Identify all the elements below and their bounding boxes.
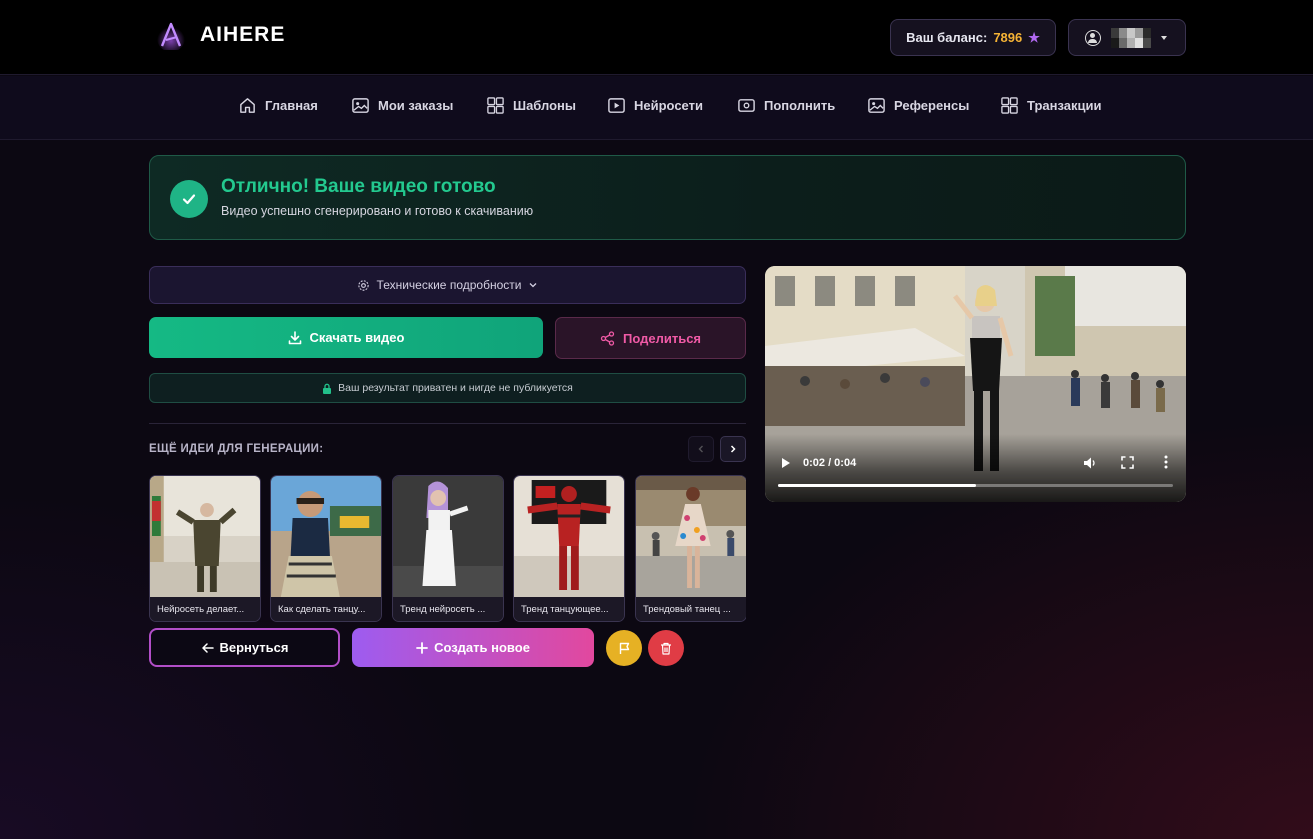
share-button[interactable]: Поделиться: [555, 317, 746, 359]
logo-icon: [156, 20, 186, 52]
video-progress-bar[interactable]: [778, 484, 1173, 487]
idea-card[interactable]: Как сделать танцу...: [270, 475, 382, 622]
carousel-prev-button[interactable]: [688, 436, 714, 462]
lock-icon: [323, 383, 332, 394]
chevron-right-icon: [730, 445, 736, 453]
idea-caption: Трендовый танец ...: [636, 597, 746, 621]
success-title: Отлично! Ваше видео готово: [221, 176, 496, 197]
trash-icon: [661, 642, 671, 655]
download-icon: [288, 330, 301, 344]
private-note-text: Ваш результат приватен и нигде не публик…: [338, 382, 573, 394]
grid-icon: [487, 97, 504, 114]
nav-item-references[interactable]: Референсы: [867, 96, 969, 115]
nav-item-neural[interactable]: Нейросети: [607, 96, 703, 115]
idea-card[interactable]: Тренд нейросеть ...: [392, 475, 504, 622]
balance-value: 7896: [993, 30, 1023, 45]
video-progress-fill: [778, 484, 976, 487]
idea-thumbnail: [271, 476, 381, 597]
flag-icon: [619, 642, 629, 654]
home-icon: [240, 98, 255, 113]
idea-card[interactable]: Трендовый танец ...: [635, 475, 746, 622]
idea-caption: Как сделать танцу...: [271, 597, 381, 621]
video-controls: 0:02 / 0:04: [765, 434, 1186, 502]
nav-label: Транзакции: [1027, 98, 1102, 113]
idea-caption: Нейросеть делает...: [150, 597, 260, 621]
image-icon: [868, 98, 885, 113]
balance-label: Ваш баланс:: [906, 30, 988, 45]
share-icon: [600, 330, 615, 346]
success-subtitle: Видео успешно сгенерировано и готово к с…: [221, 204, 534, 218]
logo[interactable]: AIHERE: [156, 20, 286, 52]
idea-caption: Тренд нейросеть ...: [393, 597, 503, 621]
delete-button[interactable]: [648, 630, 684, 666]
nav-label: Мои заказы: [378, 98, 454, 113]
user-menu-button[interactable]: [1068, 19, 1186, 56]
divider: [149, 423, 746, 424]
idea-thumbnail: [393, 476, 503, 597]
carousel-next-button[interactable]: [720, 436, 746, 462]
video-time: 0:02 / 0:04: [803, 457, 857, 469]
user-circle-icon: [1085, 29, 1101, 46]
idea-thumbnail: [150, 476, 260, 597]
ideas-carousel: Нейросеть делает... Как сделать танцу...…: [149, 475, 746, 623]
nav-label: Шаблоны: [513, 98, 576, 113]
nav-item-templates[interactable]: Шаблоны: [486, 96, 576, 115]
logo-text: AIHERE: [200, 23, 286, 46]
download-label: Скачать видео: [309, 330, 405, 345]
report-button[interactable]: [606, 630, 642, 666]
back-label: Вернуться: [219, 640, 289, 655]
create-label: Создать новое: [434, 640, 530, 655]
nav-label: Референсы: [894, 98, 970, 113]
idea-card[interactable]: Нейросеть делает...: [149, 475, 261, 622]
main-nav: Главная Мои заказы Шаблоны Нейросети Поп…: [0, 76, 1313, 140]
balance-badge[interactable]: Ваш баланс: 7896 ★: [890, 19, 1056, 56]
image-icon: [352, 98, 369, 113]
nav-item-topup[interactable]: Пополнить: [737, 96, 835, 115]
nav-label: Главная: [265, 98, 318, 113]
tech-details-label: Технические подробности: [376, 278, 522, 292]
fullscreen-icon[interactable]: [1121, 456, 1134, 469]
chevron-down-icon: [529, 283, 537, 288]
nav-item-home[interactable]: Главная: [238, 96, 318, 115]
chevron-left-icon: [698, 445, 703, 453]
idea-thumbnail: [514, 476, 624, 597]
plus-icon: [416, 641, 428, 654]
success-banner: Отлично! Ваше видео готово Видео успешно…: [149, 155, 1186, 240]
back-button[interactable]: Вернуться: [149, 628, 340, 667]
video-player[interactable]: 0:02 / 0:04: [765, 266, 1186, 502]
grid-icon: [1001, 97, 1018, 114]
create-new-button[interactable]: Создать новое: [352, 628, 594, 667]
private-notice: Ваш результат приватен и нигде не публик…: [149, 373, 746, 403]
play-icon[interactable]: [782, 458, 790, 468]
chevron-down-icon: [1161, 35, 1167, 40]
top-header: AIHERE Ваш баланс: 7896 ★: [0, 0, 1313, 75]
idea-card[interactable]: Тренд танцующее...: [513, 475, 625, 622]
star-icon: ★: [1028, 29, 1040, 45]
arrow-left-icon: [201, 642, 214, 653]
wallet-icon: [738, 99, 755, 112]
nav-label: Пополнить: [764, 98, 836, 113]
check-icon: [170, 180, 208, 218]
play-icon: [608, 98, 625, 113]
idea-thumbnail: [636, 476, 746, 597]
nav-item-orders[interactable]: Мои заказы: [351, 96, 453, 115]
nav-label: Нейросети: [634, 98, 703, 113]
idea-caption: Тренд танцующее...: [514, 597, 624, 621]
more-vertical-icon[interactable]: [1164, 455, 1168, 469]
share-label: Поделиться: [622, 330, 702, 346]
nav-item-transactions[interactable]: Транзакции: [1000, 96, 1101, 115]
ideas-title: ЕЩЁ ИДЕИ ДЛЯ ГЕНЕРАЦИИ:: [149, 443, 324, 455]
download-video-button[interactable]: Скачать видео: [149, 317, 543, 358]
tech-details-toggle[interactable]: Технические подробности: [149, 266, 746, 304]
gear-icon: [357, 279, 369, 291]
user-name-obscured: [1111, 27, 1151, 48]
volume-icon[interactable]: [1083, 456, 1097, 470]
